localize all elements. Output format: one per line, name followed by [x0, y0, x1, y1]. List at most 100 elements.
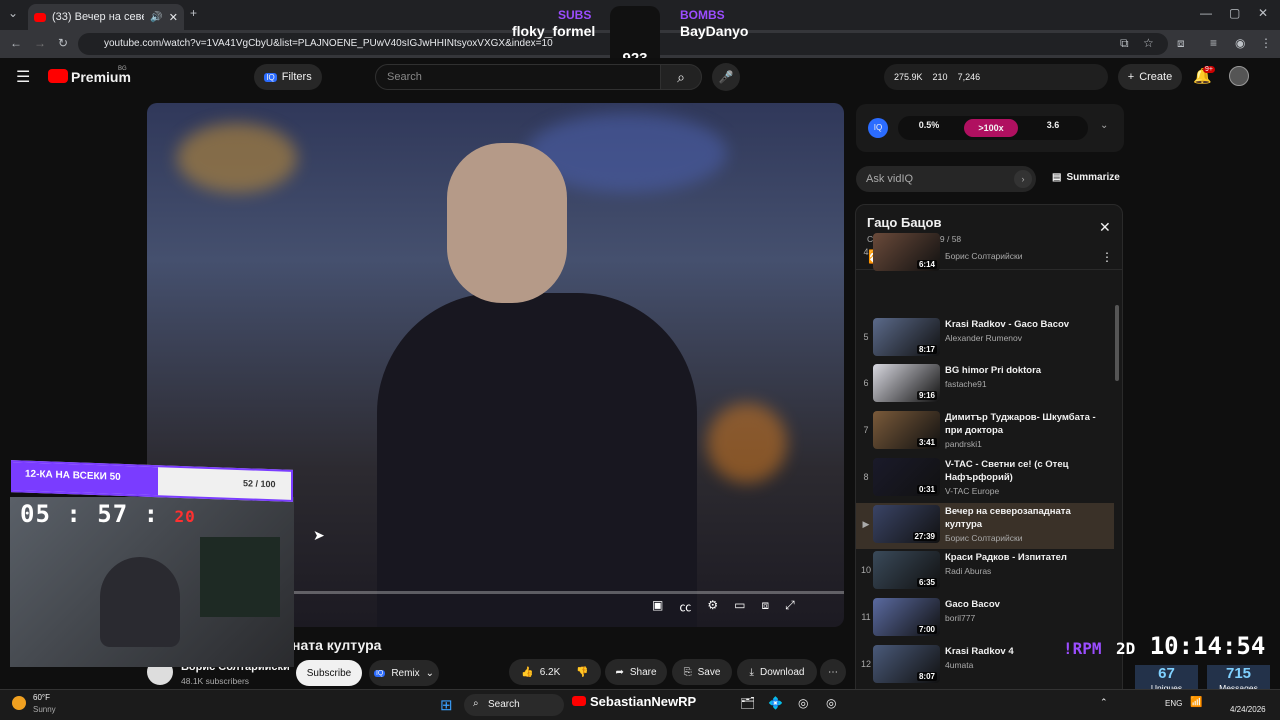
miniplayer-icon[interactable]: ▭ [734, 598, 745, 615]
remix-button[interactable]: IQ Remix ⌄ [369, 660, 439, 686]
extensions-icon[interactable]: ⧈ [1177, 36, 1185, 51]
playlist-title[interactable]: Гацо Бацов [867, 215, 941, 230]
timer-hours: 05 [20, 500, 51, 528]
new-tab-icon[interactable]: + [190, 6, 197, 20]
playlist-item[interactable]: 5 8:17 Krasi Radkov - Gaco Bacov Alexander … [856, 316, 1114, 362]
reload-icon[interactable]: ↻ [58, 36, 68, 50]
stage-light [707, 403, 787, 483]
summarize-icon: ▤ [1052, 172, 1062, 183]
more-actions-icon[interactable]: ⋯ [820, 659, 846, 685]
tray-chevron-icon[interactable]: ⌃ [1100, 697, 1108, 708]
playlist-item-thumbnail[interactable]: 7:00 [873, 597, 940, 636]
playlist-close-icon[interactable]: ✕ [1099, 219, 1111, 236]
search-button[interactable]: ⌕ [660, 64, 702, 90]
profile-icon[interactable]: ◉ [1235, 36, 1245, 50]
hamburger-menu-icon[interactable]: ☰ [16, 67, 30, 87]
subscribe-button[interactable]: Subscribe [296, 660, 362, 686]
playlist-scrollbar[interactable] [1115, 305, 1119, 381]
maximize-icon[interactable]: ▢ [1229, 6, 1240, 20]
playlist-item[interactable]: 4 6:14 Борис Солтарийски [856, 233, 1114, 273]
taskbar-search[interactable]: Search [464, 694, 564, 716]
download-label: Download [759, 666, 805, 678]
streamer-figure [100, 557, 180, 647]
chrome-taskbar-icon[interactable]: ◎ [798, 696, 808, 710]
playlist-item-thumbnail[interactable]: 27:39 [873, 504, 940, 543]
vidiq-icon: IQ [264, 72, 277, 82]
playlist-item-channel: Борис Солтарийски [945, 532, 1023, 543]
playlist-item-duration: 8:17 [916, 344, 937, 354]
vidiq-stats-bar: 275.9K 210 7,246 [884, 64, 1108, 90]
filters-button[interactable]: IQ Filters [254, 64, 322, 90]
youtube-logo-icon[interactable] [48, 69, 68, 83]
like-dislike-group[interactable]: 👍 6.2K 👎 [509, 659, 601, 685]
ask-send-icon[interactable]: › [1014, 170, 1032, 188]
vidiq-player-icon[interactable]: ▣ [652, 598, 663, 615]
like-icon[interactable]: 👍 [521, 667, 533, 678]
weather-sun-icon[interactable] [12, 696, 26, 710]
avatar[interactable] [1229, 66, 1249, 86]
playlist-item-channel: V-TAC Europe [945, 485, 1000, 496]
install-icon[interactable]: ⧉ [1120, 36, 1129, 51]
monitor-shape [200, 537, 280, 617]
playlist-item[interactable]: 6 9:16 BG himor Pri doktora fastache91 [856, 362, 1114, 408]
settings-gear-icon[interactable]: ⚙ [707, 598, 718, 615]
playlist-item[interactable]: 10 6:35 Краси Радков - Изпитател Radi Abura… [856, 549, 1114, 595]
playlist-item[interactable]: 7 3:41 Димитър Туджаров- Шкумбата - при до… [856, 409, 1114, 455]
taskbar-date: 4/24/2026 [1230, 705, 1266, 714]
playlist-item[interactable]: ▶ 27:39 Вечер на северозападната култура Бо… [856, 502, 1114, 549]
playlist-item-thumbnail[interactable]: 8:07 [873, 644, 940, 683]
create-button[interactable]: + Create [1118, 64, 1182, 90]
vidiq-expand-icon[interactable]: ⌄ [1100, 120, 1108, 131]
youtube-taskbar-icon[interactable] [572, 696, 586, 706]
share-button[interactable]: ➦ Share [605, 659, 667, 685]
playlist-item-duration: 0:31 [916, 484, 937, 494]
fullscreen-icon[interactable]: ⤢ [785, 598, 795, 615]
playlist-item-thumbnail[interactable]: 0:31 [873, 457, 940, 496]
forward-icon[interactable]: → [34, 36, 46, 50]
window-close-icon[interactable]: ✕ [1258, 6, 1268, 20]
playlist-item-number: 4 [863, 247, 869, 257]
browser-tab[interactable]: (33) Вечер на северозапада… 🔊 ✕ [28, 4, 184, 30]
download-button[interactable]: ⤓ Download [737, 659, 817, 685]
country-badge: BG [118, 66, 127, 72]
app-icon[interactable]: 🗂 [740, 696, 755, 710]
summarize-button[interactable]: ▤ Summarize [1052, 172, 1120, 183]
playlist-item-number: 6 [863, 378, 869, 389]
dislike-icon[interactable]: 👎 [576, 667, 588, 678]
playlist-item-thumbnail[interactable]: 6:35 [873, 551, 940, 590]
ask-vidiq-input[interactable]: Ask vidIQ [856, 166, 1036, 192]
cast-icon[interactable]: ⧈ [761, 598, 769, 615]
language-indicator[interactable]: ENG [1165, 699, 1182, 708]
app-icon[interactable]: 💠 [768, 696, 783, 710]
playlist-item-thumbnail[interactable]: 6:14 [873, 233, 940, 271]
vidiq-logo-icon: IQ [868, 118, 888, 138]
youtube-favicon-icon [34, 12, 46, 22]
search-input[interactable]: Search [375, 64, 661, 90]
video-title: ната култура [292, 637, 382, 653]
menu-dots-icon[interactable]: ⋮ [1260, 36, 1272, 50]
playlist-item[interactable]: 8 0:31 V-TAC - Светни се! (с Отец Нафърфор… [856, 456, 1114, 502]
playlist-item-number: 11 [861, 611, 871, 622]
audio-icon[interactable]: 🔊 [150, 12, 162, 23]
save-button[interactable]: ⎘ Save [672, 659, 732, 685]
search-icon: ⌕ [677, 68, 685, 85]
tab-close-icon[interactable]: ✕ [169, 11, 178, 24]
tab-search-icon[interactable]: ⌄ [8, 6, 18, 20]
minimize-icon[interactable]: — [1200, 6, 1212, 20]
playlist-item-channel: boril777 [945, 612, 976, 623]
vidiq-score: 3.6 [1046, 120, 1060, 130]
playlist-item-thumbnail[interactable]: 8:17 [873, 317, 940, 356]
playlist-item-thumbnail[interactable]: 3:41 [873, 411, 940, 450]
windows-start-icon[interactable]: ⊞ [440, 696, 453, 714]
wifi-icon[interactable]: 📶 [1190, 697, 1202, 708]
media-icon[interactable]: ≡ [1210, 36, 1217, 50]
summarize-label: Summarize [1066, 172, 1120, 183]
playlist-item-thumbnail[interactable]: 9:16 [873, 364, 940, 403]
chrome-taskbar-icon[interactable]: ◎ [826, 696, 836, 710]
messages-value: 715 [1225, 665, 1252, 682]
bookmark-star-icon[interactable]: ☆ [1143, 36, 1154, 50]
captions-icon[interactable]: ㏄ [679, 598, 691, 615]
playlist-item-duration: 7:00 [916, 624, 937, 634]
back-icon[interactable]: ← [10, 36, 22, 50]
voice-search-icon[interactable]: 🎤 [712, 63, 740, 91]
